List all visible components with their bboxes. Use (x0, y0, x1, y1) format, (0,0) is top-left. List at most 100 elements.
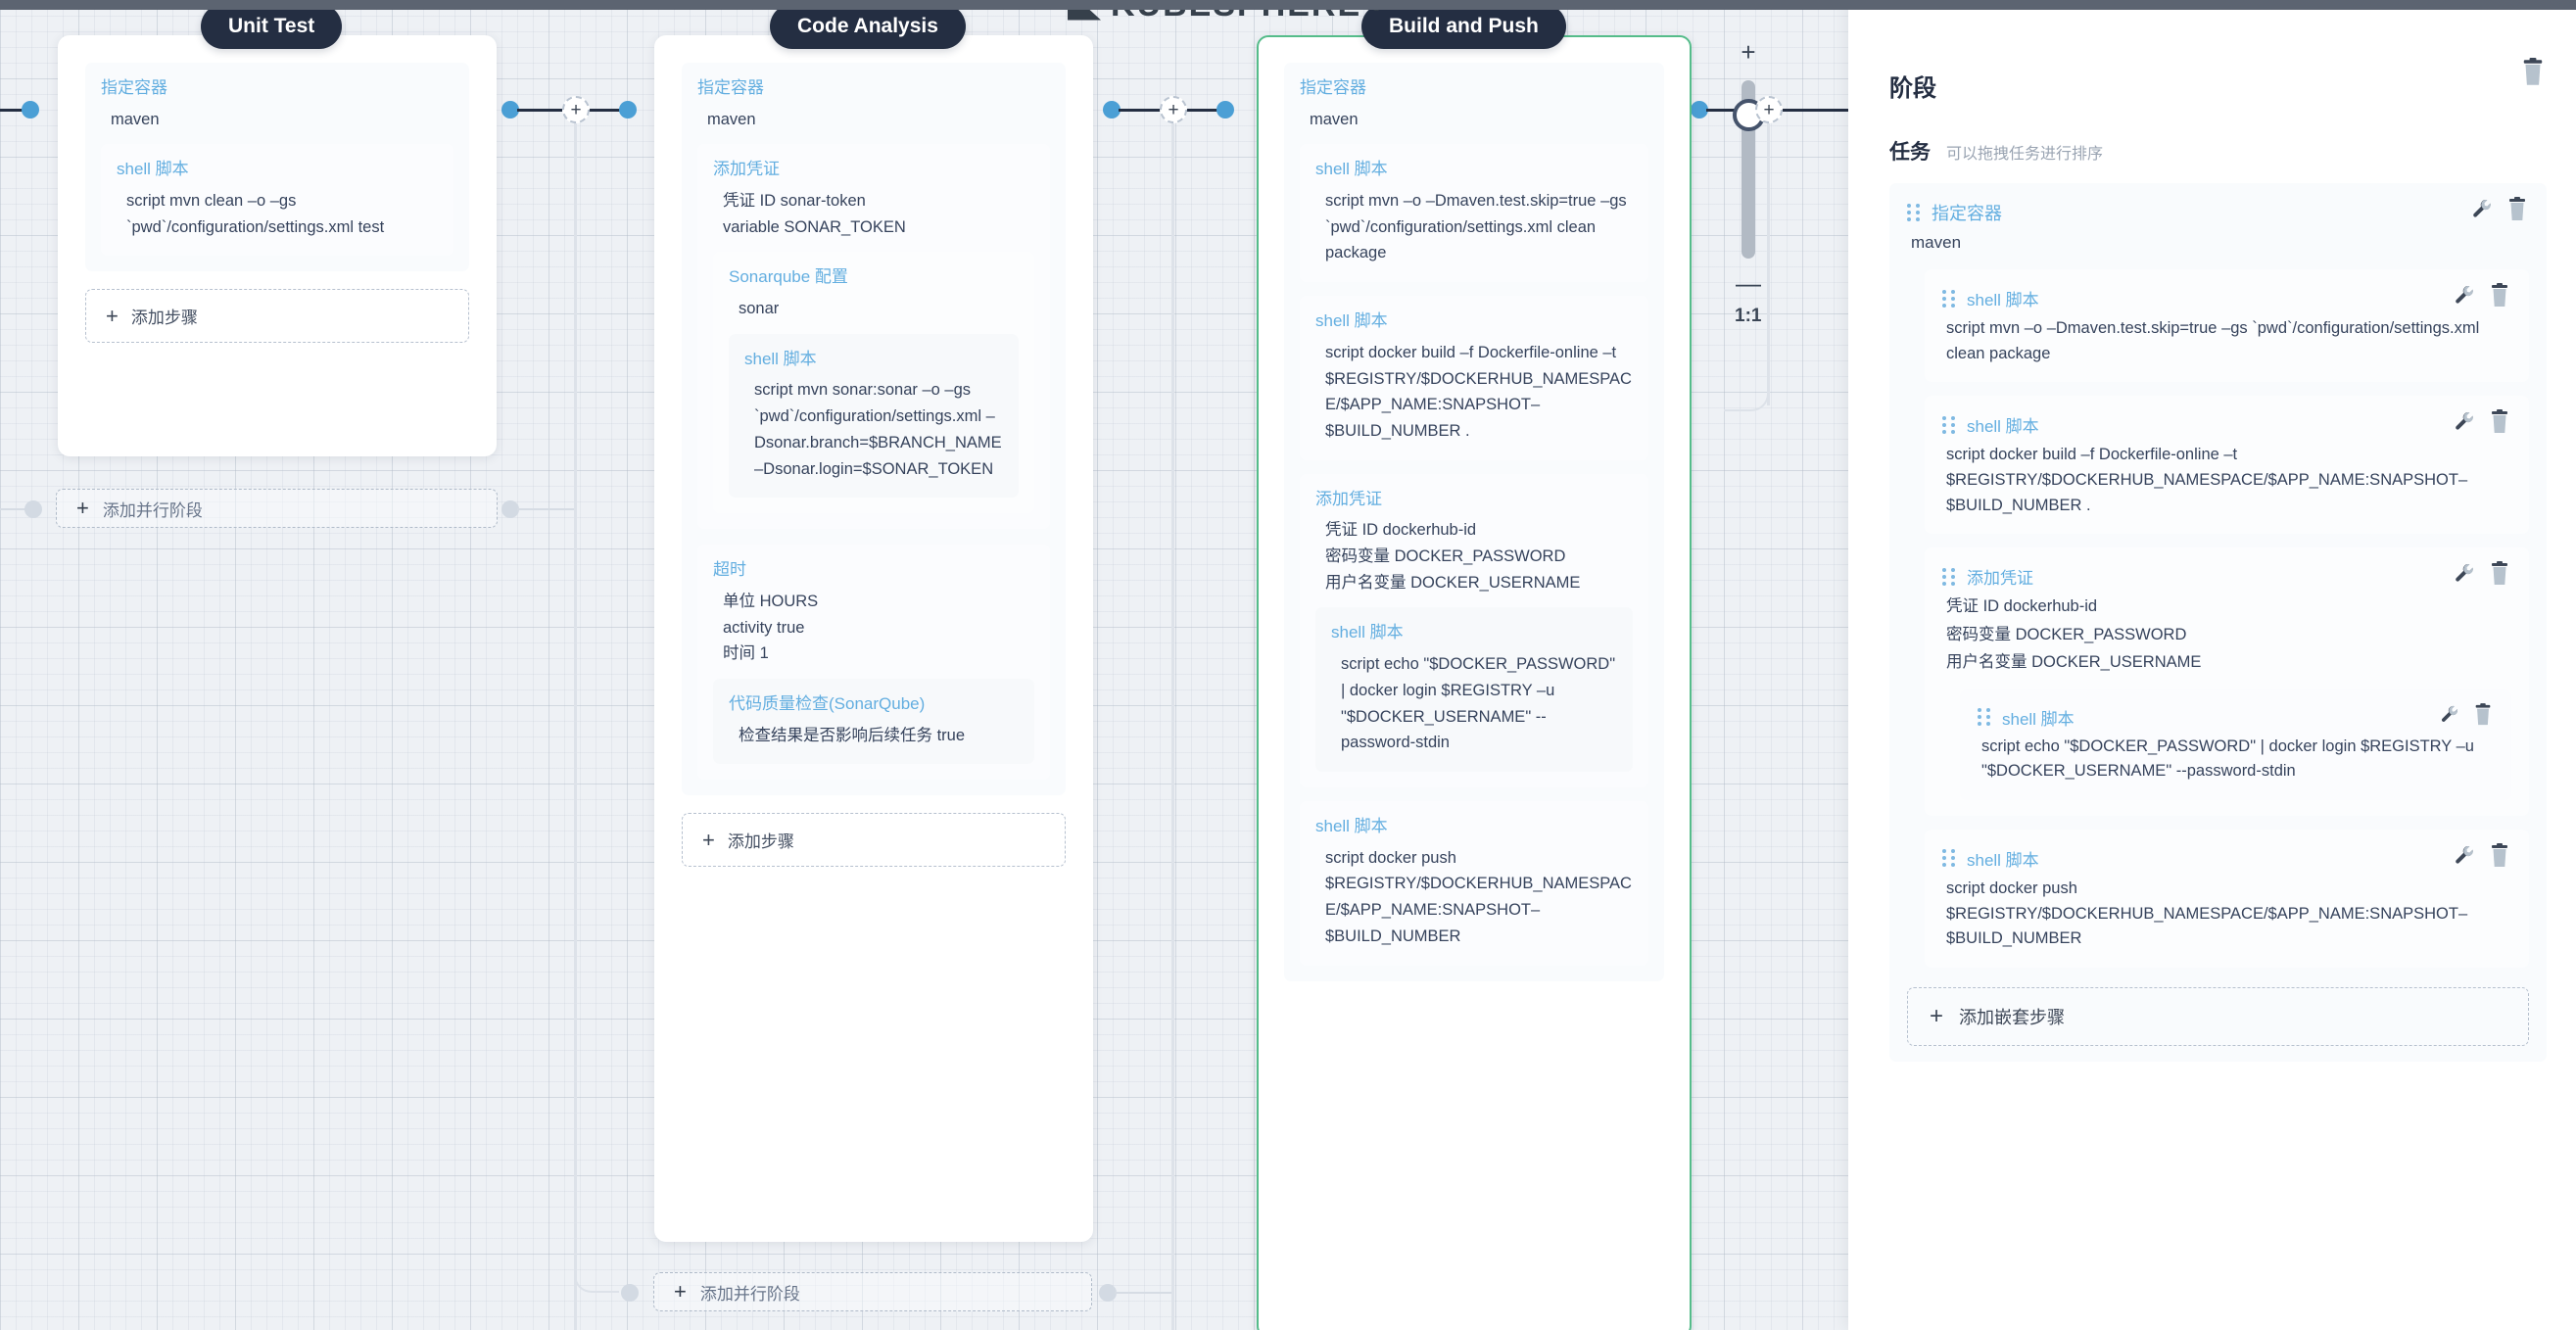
task-row: script docker build –f Dockerfile-online… (1946, 446, 2468, 514)
step-block-specify-container[interactable]: 指定容器 maven 添加凭证 凭证 ID sonar-token variab… (682, 63, 1066, 796)
step-row: script docker push $REGISTRY/$DOCKERHUB_… (1325, 848, 1632, 945)
step-title: 指定容器 (1300, 78, 1366, 97)
edge-unit-to-plus (517, 109, 562, 112)
task-item-shell-script-docker-push[interactable]: shell 脚本 script docker push $REGISTRY/$D (1925, 829, 2529, 968)
pipeline-canvas[interactable]: KUBESPHERE ® + + + + 添加并行阶段 + 添加并行阶段 Uni… (0, 0, 1848, 1330)
trash-icon (2475, 702, 2491, 725)
zoom-slider-track[interactable] (1733, 80, 1765, 259)
step-block-shell-script[interactable]: shell 脚本 script mvn clean –o –gs `pwd`/c… (101, 144, 453, 257)
drag-handle-icon[interactable] (1942, 849, 1955, 868)
drag-handle-icon[interactable] (1907, 203, 1920, 221)
edit-task-icon[interactable] (2470, 198, 2494, 226)
stage-detail-panel[interactable]: 阶段 任务 可以拖拽任务进行排序 指定容器 maven shell 脚本 scr… (1848, 0, 2576, 1330)
step-row: 凭证 ID sonar-token (723, 192, 866, 210)
plus-icon: + (1930, 1002, 1944, 1029)
step-row: 检查结果是否影响后续任务 true (739, 726, 966, 744)
step-block-shell-script[interactable]: shell 脚本 script mvn sonar:sonar –o –gs `… (729, 333, 1019, 499)
step-block-specify-container[interactable]: 指定容器 maven shell 脚本 script mvn clean –o … (85, 63, 469, 272)
task-item-shell-script-docker-login[interactable]: shell 脚本 script echo "$DOCKER_PASSWORD" … (1960, 689, 2511, 800)
drag-handle-icon[interactable] (1942, 567, 1955, 586)
task-item-shell-script-docker-build[interactable]: shell 脚本 script docker build –f Dockerfi (1925, 396, 2529, 535)
step-row: maven (707, 110, 756, 128)
elbow-parallel-2 (574, 1214, 619, 1293)
step-block-specify-container[interactable]: 指定容器 maven shell 脚本 script mvn –o –Dmave… (1284, 63, 1664, 981)
task-item-shell-script-build[interactable]: shell 脚本 script mvn –o –Dmaven.test.skip (1925, 269, 2529, 383)
step-block-add-credential[interactable]: 添加凭证 凭证 ID dockerhub-id 密码变量 DOCKER_PASS… (1300, 473, 1648, 787)
edit-task-icon[interactable] (2453, 284, 2476, 312)
drag-handle-icon[interactable] (1942, 289, 1955, 308)
add-step-label: 添加步骤 (130, 309, 198, 328)
step-row: maven (111, 110, 160, 128)
task-item-add-credential[interactable]: 添加凭证 凭证 ID dockerhub-id 密码变量 DOCKER_PASS… (1925, 547, 2529, 816)
panel-title: 阶段 (1889, 75, 1936, 102)
vline-stage-2 (1171, 110, 1174, 1330)
edit-task-icon[interactable] (2453, 410, 2476, 439)
add-step-button-unit-test[interactable]: + 添加步骤 (85, 289, 469, 344)
add-stage-plus-3[interactable]: + (1755, 96, 1783, 123)
plus-icon: + (702, 827, 715, 852)
delete-task-icon[interactable] (2488, 283, 2511, 313)
tasks-hint: 可以拖拽任务进行排序 (1946, 146, 2104, 163)
step-block-shell-script-docker-login[interactable]: shell 脚本 script echo "$DOCKER_PASSWORD" … (1315, 607, 1633, 772)
trash-icon (2492, 283, 2507, 308)
delete-task-icon[interactable] (2472, 702, 2494, 732)
step-block-add-credential[interactable]: 添加凭证 凭证 ID sonar-token variable SONAR_TO… (697, 144, 1050, 530)
wrench-icon (2473, 200, 2491, 217)
delete-task-icon[interactable] (2488, 561, 2511, 592)
step-row: maven (1310, 110, 1359, 128)
step-block-sonarqube-config[interactable]: Sonarqube 配置 sonar shell 脚本 script mvn s… (713, 252, 1034, 514)
task-header: 指定容器 (1907, 197, 2529, 227)
canvas-zoom-control[interactable]: + — 1:1 (1733, 39, 1773, 327)
edit-task-icon[interactable] (2453, 844, 2476, 873)
stage-label-code-analysis[interactable]: Code Analysis (770, 4, 966, 49)
add-step-button-code-analysis[interactable]: + 添加步骤 (682, 813, 1066, 868)
stage-label-unit-test[interactable]: Unit Test (201, 4, 343, 49)
stage-card-build-and-push[interactable]: 指定容器 maven shell 脚本 script mvn –o –Dmave… (1257, 35, 1692, 1330)
stage-card-unit-test[interactable]: 指定容器 maven shell 脚本 script mvn clean –o … (58, 35, 497, 456)
stage-label-build-and-push[interactable]: Build and Push (1361, 4, 1566, 49)
zoom-ratio-label[interactable]: 1:1 (1735, 306, 1773, 327)
delete-task-icon[interactable] (2505, 197, 2529, 227)
trash-icon (2523, 58, 2543, 85)
step-block-shell-script-docker-push[interactable]: shell 脚本 script docker push $REGISTRY/$D… (1300, 800, 1648, 966)
connector-dot-unit-test-in[interactable] (22, 101, 39, 119)
task-header: 添加凭证 (1942, 561, 2511, 592)
add-parallel-stage-1[interactable]: + 添加并行阶段 (56, 489, 498, 528)
task-header: shell 脚本 (1978, 702, 2494, 732)
connector-dot-code-analysis-in[interactable] (619, 101, 637, 119)
step-row: script docker build –f Dockerfile-online… (1325, 343, 1632, 440)
step-block-timeout[interactable]: 超时 单位 HOURS activity true 时间 1 代码质量检查(So… (697, 545, 1050, 781)
connector-dot-parallel-2-in[interactable] (621, 1284, 639, 1302)
task-row: script echo "$DOCKER_PASSWORD" | docker … (1981, 736, 2474, 781)
add-parallel-stage-label: 添加并行阶段 (699, 1284, 800, 1304)
edit-task-icon[interactable] (2453, 562, 2476, 591)
add-parallel-stage-2[interactable]: + 添加并行阶段 (653, 1272, 1092, 1311)
delete-task-icon[interactable] (2488, 409, 2511, 440)
zoom-out-button[interactable]: — (1735, 270, 1762, 296)
drag-handle-icon[interactable] (1978, 708, 1990, 727)
task-item-specify-container[interactable]: 指定容器 maven shell 脚本 script mvn –o –Dmave… (1889, 183, 2547, 1062)
delete-task-icon[interactable] (2488, 842, 2511, 874)
task-title: shell 脚本 (2002, 709, 2075, 729)
drag-handle-icon[interactable] (1942, 415, 1955, 434)
plus-icon: + (106, 303, 119, 328)
add-stage-plus-1[interactable]: + (562, 96, 590, 123)
wrench-icon (2441, 705, 2457, 722)
edit-task-icon[interactable] (2439, 704, 2460, 731)
step-row: variable SONAR_TOKEN (723, 217, 906, 236)
step-row: script mvn clean –o –gs `pwd`/configurat… (126, 192, 385, 236)
step-title: 添加凭证 (713, 160, 780, 179)
step-block-shell-script-docker-build[interactable]: shell 脚本 script docker build –f Dockerfi… (1300, 296, 1648, 460)
task-title: 添加凭证 (1967, 569, 2033, 589)
stage-card-code-analysis[interactable]: 指定容器 maven 添加凭证 凭证 ID sonar-token variab… (654, 35, 1093, 1242)
add-nested-step-button[interactable]: + 添加嵌套步骤 (1907, 986, 2529, 1046)
connector-dot-parallel-1-in[interactable] (24, 500, 42, 518)
connector-dot-build-in[interactable] (1216, 101, 1234, 119)
step-row: 密码变量 DOCKER_PASSWORD (1325, 547, 1566, 566)
step-block-shell-script-build[interactable]: shell 脚本 script mvn –o –Dmaven.test.skip… (1300, 144, 1648, 283)
wrench-icon (2456, 564, 2473, 582)
step-block-sonarqube-quality-gate[interactable]: 代码质量检查(SonarQube) 检查结果是否影响后续任务 true (713, 679, 1034, 765)
zoom-in-button[interactable]: + (1735, 39, 1762, 65)
add-stage-plus-2[interactable]: + (1160, 96, 1187, 123)
delete-stage-icon[interactable] (2519, 58, 2547, 92)
